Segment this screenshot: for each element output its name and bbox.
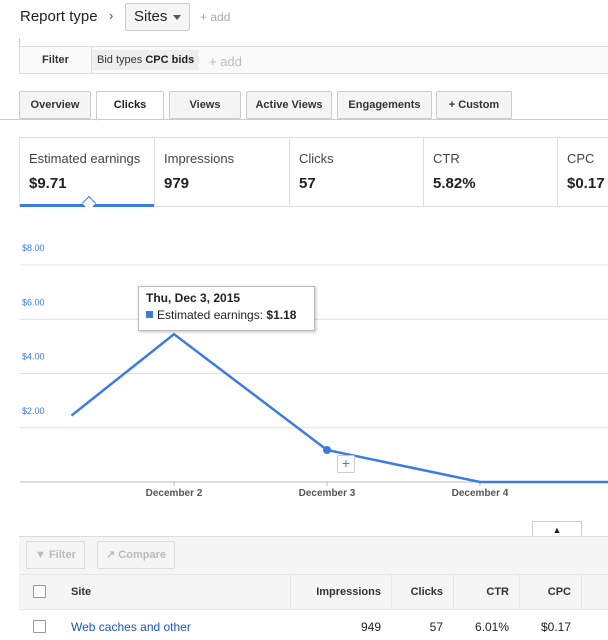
scorecard-value: $0.17 <box>567 175 605 192</box>
table-filter-label: Filter <box>48 549 76 561</box>
add-filter-link[interactable]: + add <box>209 54 242 69</box>
select-all-checkbox[interactable] <box>33 585 46 598</box>
chip-value: CPC bids <box>145 54 195 66</box>
scorecard-label: Clicks <box>299 151 334 166</box>
cell-ctr: 6.01% <box>474 620 509 634</box>
column-header-ctr[interactable]: CTR <box>453 574 509 610</box>
column-divider <box>581 574 582 610</box>
tooltip-date: Thu, Dec 3, 2015 <box>146 291 241 305</box>
line-chart-icon: ↗ <box>106 549 116 561</box>
tab-clicks[interactable]: Clicks <box>96 91 164 121</box>
compare-label: Compare <box>118 549 166 561</box>
y-tick-label: $4.00 <box>22 352 45 362</box>
table-filter-button[interactable]: ▼ Filter <box>26 541 85 569</box>
tabs-divider <box>0 119 608 120</box>
scorecard-clicks[interactable]: Clicks 57 <box>290 137 424 207</box>
add-dimension-link[interactable]: + add <box>200 10 230 24</box>
tab-engagements[interactable]: Engagements <box>337 91 432 119</box>
funnel-icon: ▼ <box>35 549 46 561</box>
y-tick-label: $6.00 <box>22 297 45 307</box>
x-tick-label: December 2 <box>146 488 203 499</box>
tab-custom[interactable]: + Custom <box>436 91 512 119</box>
column-header-cpc[interactable]: CPC <box>519 574 571 610</box>
chart-tooltip: Thu, Dec 3, 2015 Estimated earnings: $1.… <box>138 286 315 331</box>
scorecard-value: 979 <box>164 175 190 192</box>
triangle-up-icon: ▲ <box>552 525 562 535</box>
scorecard-label: Estimated earnings <box>29 151 141 166</box>
chip-prefix: Bid types <box>97 54 143 66</box>
scorecard-value: 57 <box>299 175 316 192</box>
highlighted-data-point[interactable] <box>323 445 331 454</box>
tab-views[interactable]: Views <box>169 91 241 119</box>
cell-clicks: 57 <box>429 620 443 634</box>
filter-button[interactable]: Filter <box>20 47 92 73</box>
row-checkbox[interactable] <box>33 620 46 633</box>
scorecard-ctr[interactable]: CTR 5.82% <box>424 137 558 207</box>
column-header-site[interactable]: Site <box>71 574 91 610</box>
sites-button-label: Sites <box>134 8 168 25</box>
x-tick-label: December 4 <box>452 488 509 499</box>
scorecard-value: 5.82% <box>433 175 476 192</box>
tooltip-row: Estimated earnings: $1.18 <box>146 308 307 322</box>
tooltip-value: $1.18 <box>266 308 297 322</box>
caret-down-icon <box>173 14 182 20</box>
add-annotation-icon[interactable]: + <box>337 455 355 473</box>
column-header-clicks[interactable]: Clicks <box>391 574 443 610</box>
tab-active-views[interactable]: Active Views <box>246 91 332 119</box>
scorecard-label: CTR <box>433 151 460 166</box>
cell-impressions: 949 <box>360 620 381 634</box>
series-swatch <box>146 311 153 318</box>
scorecard-impressions[interactable]: Impressions 979 <box>155 137 290 207</box>
report-type-label: Report type <box>20 8 98 25</box>
y-tick-label: $8.00 <box>22 243 45 253</box>
collapse-chart-toggle[interactable]: ▲ <box>532 521 582 537</box>
scorecard-cpc[interactable]: CPC $0.17 <box>558 137 608 207</box>
site-link[interactable]: Web caches and other <box>71 614 191 640</box>
scorecard-label: Impressions <box>164 151 235 166</box>
cell-cpc: $0.17 <box>540 620 571 634</box>
filter-chip-bid-types[interactable]: Bid types CPC bids <box>92 50 200 70</box>
x-axis-ticks: December 2December 3December 4D <box>146 482 509 499</box>
compare-button[interactable]: ↗ Compare <box>97 541 175 569</box>
y-tick-label: $2.00 <box>22 406 45 416</box>
column-header-impressions[interactable]: Impressions <box>290 574 381 610</box>
scorecard-value: $9.71 <box>29 175 67 192</box>
earnings-line-chart: $8.00 $6.00 $4.00 $2.00 December 2 December … <box>20 243 608 499</box>
x-tick-label: December 3 <box>299 488 356 499</box>
sites-dropdown-button[interactable]: Sites <box>125 3 191 31</box>
y-axis-ticks: $8.00 $6.00 $4.00 $2.00 <box>22 243 45 416</box>
chevron-right-icon: › <box>109 8 114 23</box>
tab-overview[interactable]: Overview <box>19 91 91 119</box>
scorecard-label: CPC <box>567 151 595 166</box>
tooltip-series-label: Estimated earnings: <box>157 308 264 322</box>
